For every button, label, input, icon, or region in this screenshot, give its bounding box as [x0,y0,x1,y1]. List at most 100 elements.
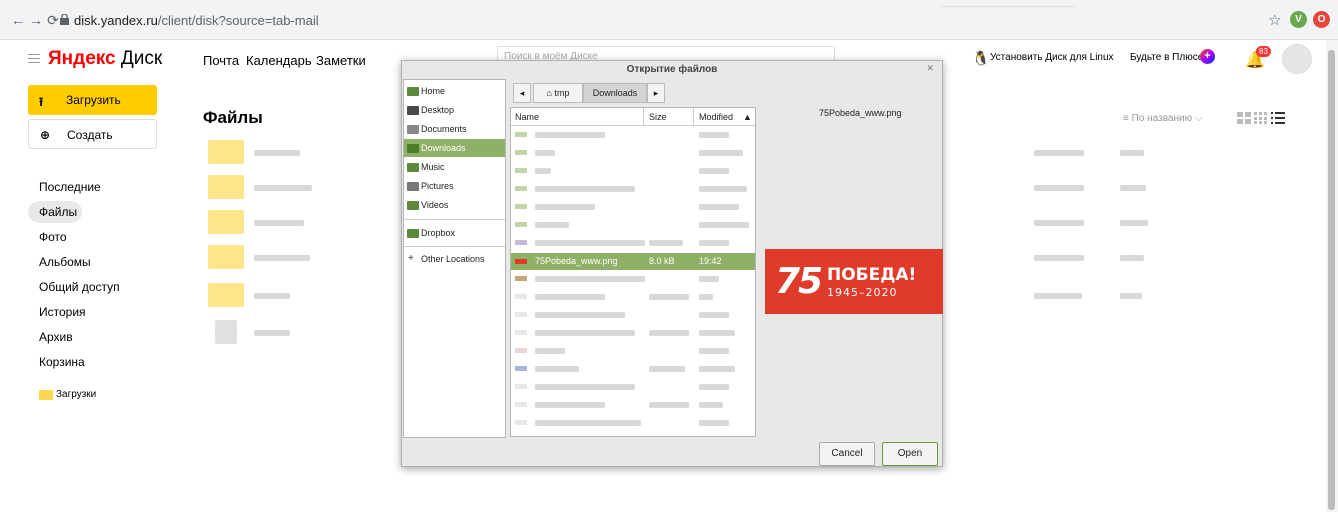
downloads-icon [407,144,419,153]
preview-filename: 75Pobeda_www.png [819,108,902,118]
sidebar-item-archive[interactable]: Архив [39,330,73,344]
path-back-arrow-icon[interactable]: ◂ [513,83,531,103]
plus-link[interactable]: Будьте в Плюсе [1130,52,1203,63]
address-bar[interactable]: disk.yandex.ru/client/disk?source=tab-ma… [74,13,319,28]
folder-icon [39,390,53,400]
extension-v-icon[interactable]: V [1290,11,1307,28]
list-item[interactable] [511,199,755,214]
videos-icon [407,201,419,210]
place-videos[interactable]: Videos [404,196,505,214]
sidebar-item-files[interactable]: Файлы [39,205,77,219]
install-linux-link[interactable]: Установить Диск для Linux [990,52,1114,63]
tile-large-view-icon[interactable] [1237,112,1251,124]
list-item[interactable] [511,343,755,358]
documents-icon [407,125,419,134]
place-label: Pictures [421,181,454,191]
list-item[interactable] [511,325,755,340]
path-crumb-tmp[interactable]: ⌂ tmp [533,83,583,103]
link-calendar[interactable]: Календарь [246,53,312,68]
place-pictures[interactable]: Pictures [404,177,505,195]
sidebar-item-albums[interactable]: Альбомы [39,255,91,269]
list-item[interactable] [511,181,755,196]
scrollbar-thumb[interactable] [1328,50,1335,510]
file-open-dialog: Открытие файлов ✕ Home Desktop Documents… [401,60,943,467]
place-label: Other Locations [421,254,485,264]
sort-dropdown[interactable]: ≡ По названию ⌵ [1123,113,1202,124]
place-other-locations[interactable]: + Other Locations [404,250,505,268]
place-label: Dropbox [421,228,456,238]
close-icon[interactable]: ✕ [926,63,934,74]
list-item[interactable] [511,127,755,142]
list-item[interactable] [511,361,755,376]
list-item-selected[interactable]: 75Pobeda_www.png 8.0 kB 19:42 [511,253,755,270]
list-item[interactable] [511,145,755,160]
link-notes[interactable]: Заметки [316,53,366,68]
place-downloads[interactable]: Downloads [404,139,505,157]
list-item[interactable] [511,217,755,232]
path-forward-arrow-icon[interactable]: ▸ [647,83,665,103]
place-desktop[interactable]: Desktop [404,101,505,119]
place-dropbox[interactable]: Dropbox [404,224,505,242]
tile-small-view-icon[interactable] [1254,112,1268,124]
column-size[interactable]: Size [649,112,667,122]
list-item[interactable] [511,271,755,286]
tab-strip-divider [940,6,1076,7]
avatar[interactable] [1282,44,1312,74]
path-crumb-label: tmp [554,88,570,98]
folder-icon [208,140,244,164]
bookmark-star-icon[interactable]: ☆ [1268,11,1281,29]
folder-icon [208,175,244,199]
back-icon[interactable]: ← [10,12,26,28]
plus-icon[interactable]: + [1200,49,1215,64]
home-folder-icon [407,87,419,96]
list-item[interactable] [511,415,755,430]
preview-logo-word: ПОБЕДА! [827,265,917,285]
create-button[interactable]: ⊕ Создать [28,119,157,149]
linux-tux-icon: 🐧 [972,50,990,66]
notification-count-badge: 83 [1256,46,1271,57]
preview-image-pobeda-logo: 75 ПОБЕДА! 1945–2020 [765,249,943,314]
column-modified[interactable]: Modified [699,112,733,122]
sidebar-item-photo[interactable]: Фото [39,230,67,244]
place-music[interactable]: Music [404,158,505,176]
list-item[interactable] [511,235,755,250]
sidebar-item-downloads[interactable]: Загрузки [56,389,96,400]
page-scrollbar[interactable] [1326,40,1338,512]
upload-icon: ⭱ [39,95,44,109]
sidebar-item-history[interactable]: История [39,305,86,319]
link-mail[interactable]: Почта [203,53,239,68]
yandex-disk-logo[interactable]: Яндекс Диск [48,48,162,70]
sidebar-item-shared[interactable]: Общий доступ [39,280,120,294]
sidebar-item-recent[interactable]: Последние [39,180,101,194]
column-name[interactable]: Name [515,112,539,122]
desktop-icon [407,106,419,115]
place-documents[interactable]: Documents [404,120,505,138]
reload-icon[interactable]: ⟳ [45,12,61,28]
dropbox-folder-icon [407,229,419,238]
cancel-button[interactable]: Cancel [819,442,875,466]
document-icon [215,320,237,344]
lock-icon [60,14,69,25]
place-label: Home [421,86,446,96]
logo-yandex: Яндекс [48,48,116,69]
hamburger-menu-icon[interactable] [28,54,40,64]
list-item[interactable] [511,379,755,394]
forward-icon[interactable]: → [28,12,44,28]
logo-disk: Диск [120,48,163,69]
places-sidebar: Home Desktop Documents Downloads Music P… [403,79,506,438]
open-button[interactable]: Open [882,442,938,466]
upload-button[interactable]: ⭱ Загрузить [28,85,157,115]
list-item[interactable] [511,289,755,304]
list-item[interactable] [511,307,755,322]
create-label: Создать [67,128,113,142]
sidebar-item-trash[interactable]: Корзина [39,355,85,369]
url-host: disk.yandex.ru [74,13,158,28]
place-home[interactable]: Home [404,82,505,100]
extension-o-icon[interactable]: O [1313,11,1330,28]
pictures-icon [407,182,419,191]
list-item[interactable] [511,163,755,178]
list-item[interactable] [511,397,755,412]
path-crumb-downloads[interactable]: Downloads [583,83,647,103]
dialog-title: Открытие файлов [626,64,718,75]
list-view-icon[interactable] [1271,112,1285,124]
